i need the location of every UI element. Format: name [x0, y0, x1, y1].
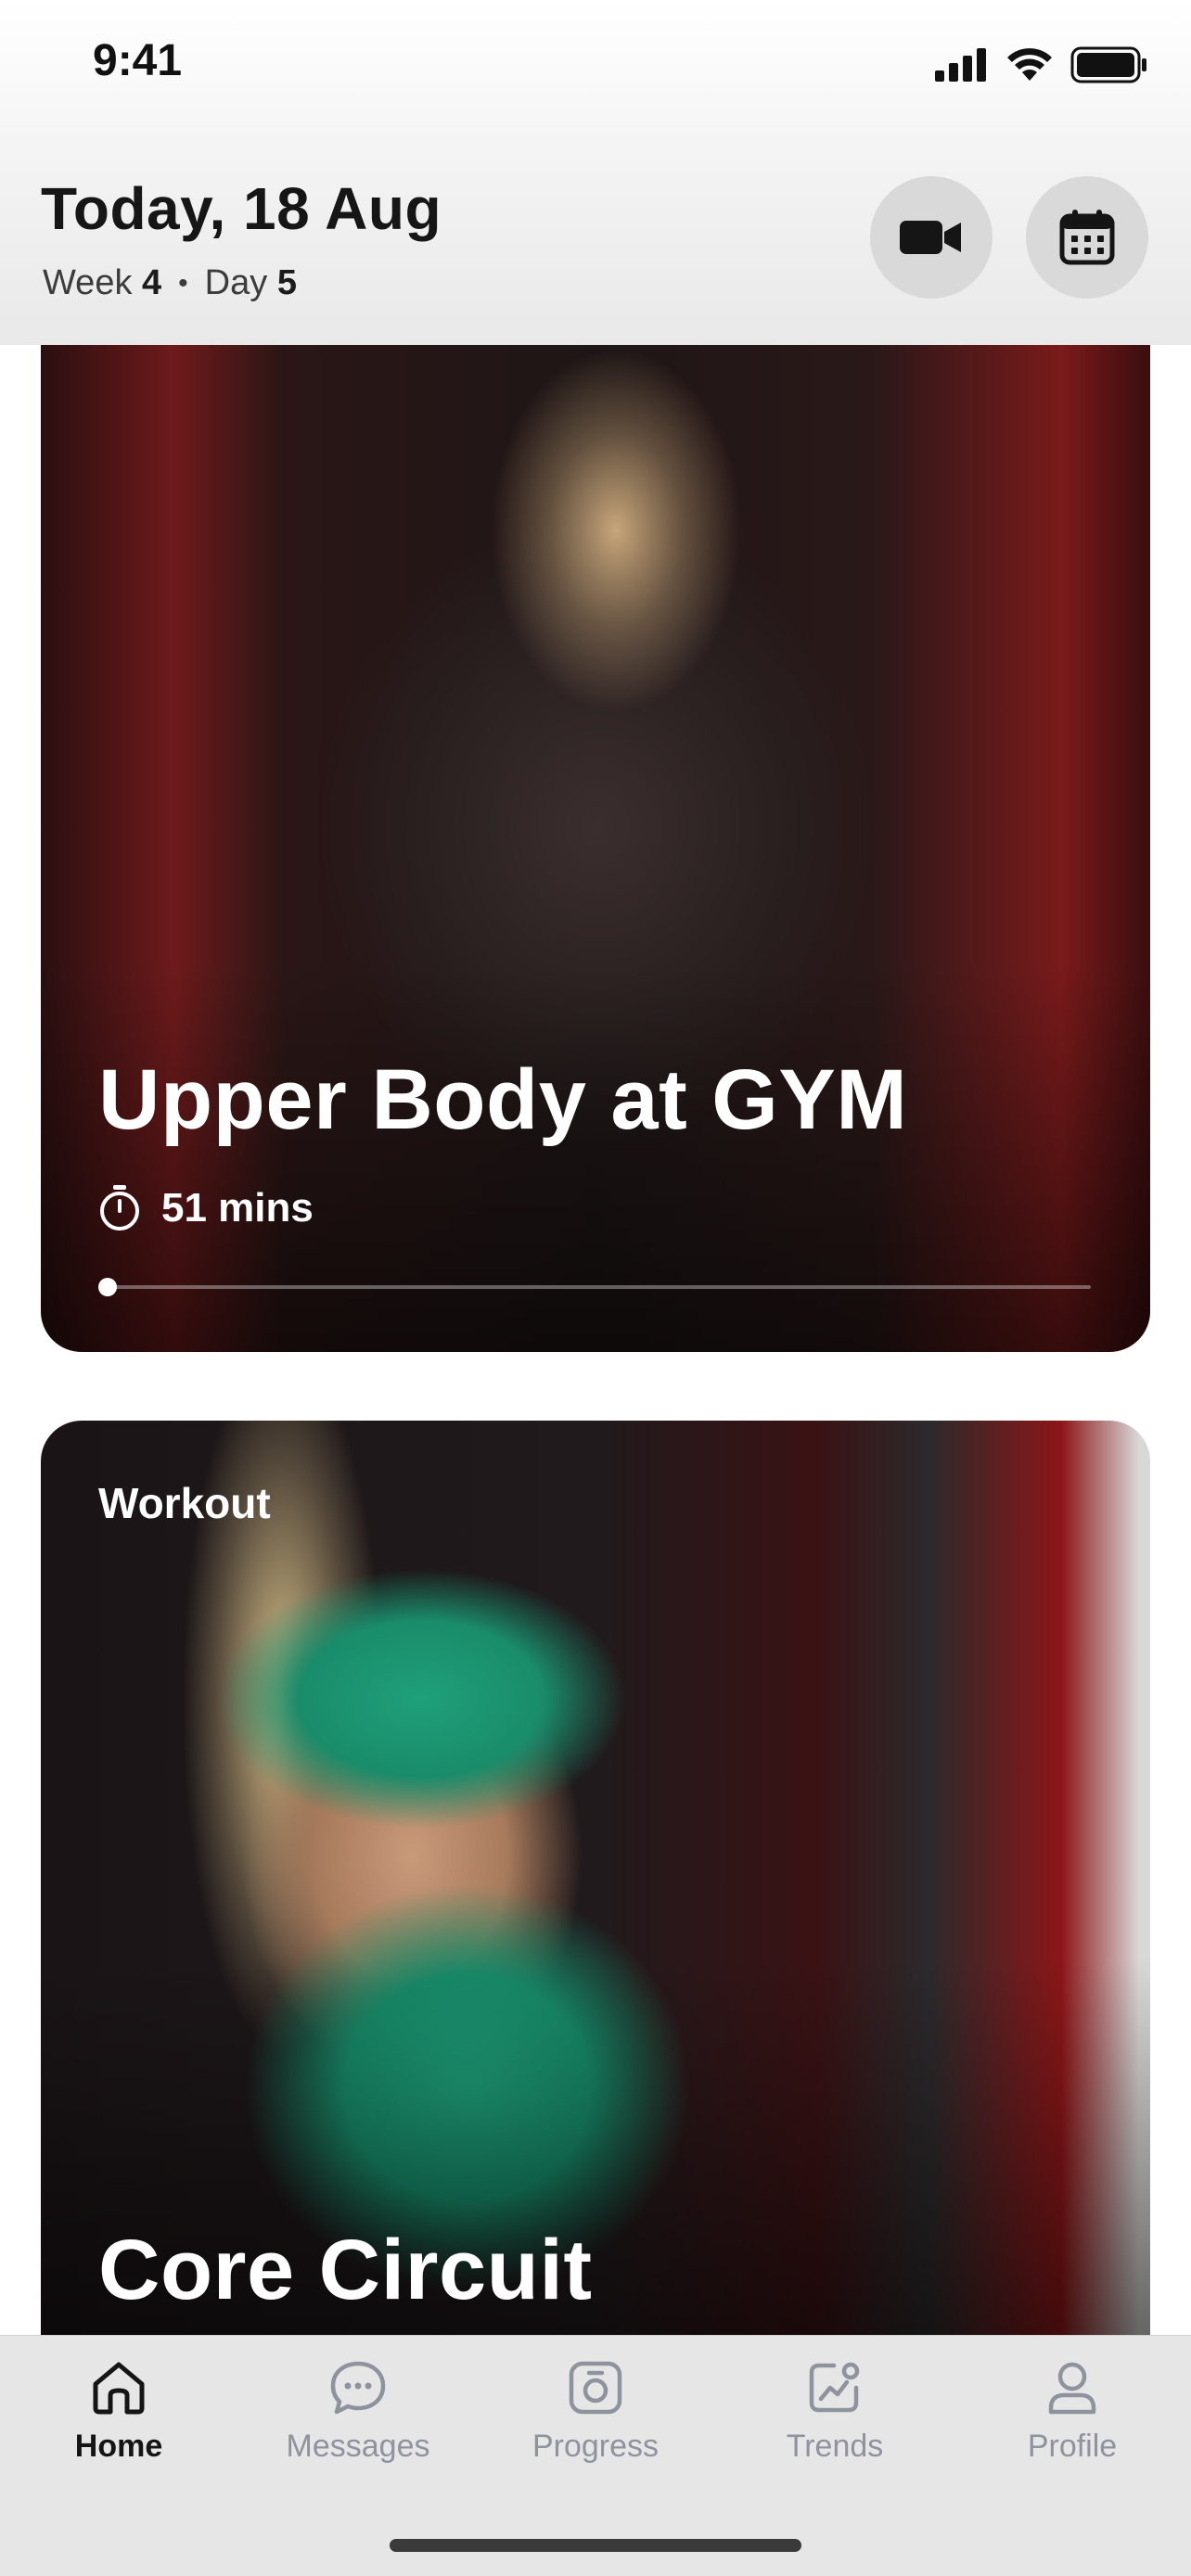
card-title: Upper Body at GYM: [98, 1052, 908, 1147]
week-value: 4: [142, 263, 162, 302]
home-indicator: [390, 2539, 801, 2552]
card-title: Core Circuit: [98, 2223, 593, 2317]
workout-progress-bar: [98, 1278, 1091, 1296]
tab-label: Home: [74, 2429, 163, 2464]
stopwatch-icon: [100, 1185, 139, 1231]
card-image-overlay: [41, 963, 1150, 1352]
separator-dot: •: [178, 267, 188, 299]
progress-knob: [98, 1278, 117, 1296]
home-icon: [93, 2362, 145, 2415]
workout-card-upper-body[interactable]: Upper Body at GYM 51 mins: [41, 345, 1150, 1352]
header: Today, 18 Aug Week 4 • Day 5: [0, 130, 1191, 345]
status-icons: [935, 46, 1148, 83]
calendar-button[interactable]: [1026, 176, 1148, 299]
page-title: Today, 18 Aug: [41, 175, 442, 242]
calendar-icon: [1059, 210, 1115, 265]
battery-icon: [1070, 46, 1146, 83]
video-camera-icon: [900, 221, 961, 254]
signal-icon: [935, 48, 986, 82]
video-call-button[interactable]: [870, 176, 992, 299]
day-value: 5: [276, 263, 297, 302]
tab-label: Progress: [531, 2429, 660, 2464]
scale-icon: [569, 2361, 622, 2415]
tab-label: Messages: [286, 2429, 430, 2464]
trend-chart-icon: [809, 2362, 860, 2413]
tab-progress[interactable]: Progress: [503, 2360, 688, 2465]
tab-messages[interactable]: Messages: [265, 2360, 451, 2465]
week-label: Week: [43, 263, 133, 302]
week-day-indicator: Week 4 • Day 5: [43, 263, 297, 303]
person-icon: [1048, 2362, 1096, 2415]
card-category-tag: Workout: [98, 1479, 271, 1527]
tab-home[interactable]: Home: [26, 2360, 211, 2465]
day-label: Day: [204, 263, 268, 302]
workout-card-core-circuit[interactable]: Workout Core Circuit: [41, 1421, 1150, 2348]
workout-duration: 51 mins: [98, 1185, 314, 1231]
wifi-icon: [1007, 48, 1052, 81]
tab-label: Trends: [786, 2429, 884, 2464]
status-time: 9:41: [93, 36, 183, 85]
tab-profile[interactable]: Profile: [980, 2360, 1165, 2465]
tab-label: Profile: [1027, 2429, 1118, 2464]
tab-trends[interactable]: Trends: [742, 2360, 928, 2465]
chat-bubble-icon: [330, 2361, 386, 2415]
status-bar: 9:41: [0, 0, 1191, 130]
duration-text: 51 mins: [161, 1185, 314, 1231]
